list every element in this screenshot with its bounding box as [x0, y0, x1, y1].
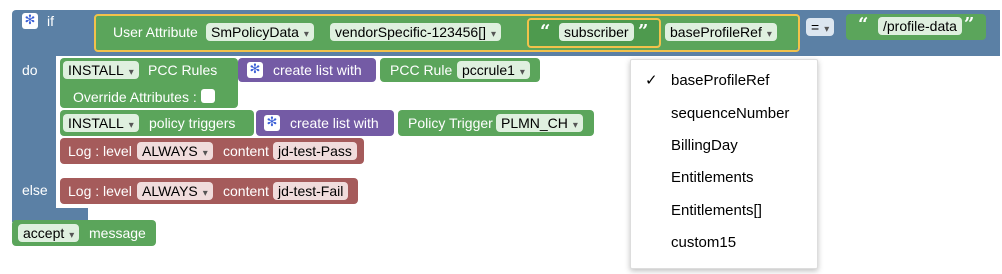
- log-pass-prefix: Log : level: [68, 143, 132, 159]
- policy-triggers-action-dropdown[interactable]: INSTALL: [63, 114, 139, 132]
- log-pass-content-field[interactable]: jd-test-Pass: [273, 142, 357, 160]
- log-pass-level-dropdown[interactable]: ALWAYS: [137, 142, 213, 160]
- override-attributes-checkbox[interactable]: [201, 89, 215, 103]
- open-quote-icon: “: [858, 14, 869, 35]
- policy-trigger-label: Policy Trigger: [408, 115, 493, 131]
- base-profile-ref-dropdown[interactable]: baseProfileRef: [665, 23, 777, 41]
- do-keyword: do: [22, 62, 38, 78]
- create-list-label: create list with: [273, 62, 362, 78]
- policy-trigger-dropdown[interactable]: PLMN_CH: [496, 114, 583, 132]
- pcc-rules-label: PCC Rules: [148, 62, 218, 78]
- menu-item-billing-day[interactable]: BillingDay: [631, 131, 817, 161]
- if-keyword: if: [47, 13, 54, 29]
- menu-item-entitlements-array[interactable]: Entitlements[]: [631, 196, 817, 226]
- log-fail-level-dropdown[interactable]: ALWAYS: [137, 182, 213, 200]
- vendor-specific-dropdown[interactable]: vendorSpecific-123456[]: [330, 23, 502, 41]
- close-quote-icon: ”: [964, 14, 975, 35]
- operator-dropdown[interactable]: =: [806, 18, 835, 36]
- menu-item-custom15[interactable]: custom15: [631, 228, 817, 258]
- menu-item-base-profile-ref[interactable]: ✓ baseProfileRef: [631, 66, 817, 96]
- pcc-rules-action-dropdown[interactable]: INSTALL: [63, 61, 139, 79]
- log-fail-content-field[interactable]: jd-test-Fail: [273, 182, 349, 200]
- profile-data-field[interactable]: /profile-data: [878, 17, 962, 35]
- open-quote-icon: “: [540, 21, 551, 42]
- override-attributes-label: Override Attributes :: [73, 89, 197, 105]
- menu-item-sequence-number[interactable]: sequenceNumber: [631, 99, 817, 129]
- log-pass-content-label: content: [223, 143, 269, 159]
- checkmark-icon: ✓: [645, 72, 658, 89]
- menu-item-entitlements[interactable]: Entitlements: [631, 163, 817, 193]
- sm-policy-data-dropdown[interactable]: SmPolicyData: [206, 23, 314, 41]
- policy-triggers-label: policy triggers: [149, 115, 236, 131]
- accept-message-label: message: [89, 225, 146, 241]
- create-list-gear-icon[interactable]: [247, 61, 263, 78]
- if-mutator-gear-icon[interactable]: [22, 12, 38, 29]
- subscriber-field[interactable]: subscriber: [559, 23, 634, 41]
- user-attribute-label: User Attribute: [113, 24, 198, 40]
- else-keyword: else: [22, 182, 48, 198]
- attribute-dropdown-menu: ✓ baseProfileRef sequenceNumber BillingD…: [630, 59, 818, 269]
- log-fail-content-label: content: [223, 183, 269, 199]
- pcc-rule-label: PCC Rule: [390, 62, 453, 78]
- accept-dropdown[interactable]: accept: [18, 224, 80, 242]
- close-quote-icon: ”: [638, 21, 649, 42]
- pcc-rule-dropdown[interactable]: pccrule1: [457, 61, 530, 79]
- create-list-label: create list with: [290, 115, 379, 131]
- log-fail-prefix: Log : level: [68, 183, 132, 199]
- create-list-gear-icon[interactable]: [264, 114, 280, 131]
